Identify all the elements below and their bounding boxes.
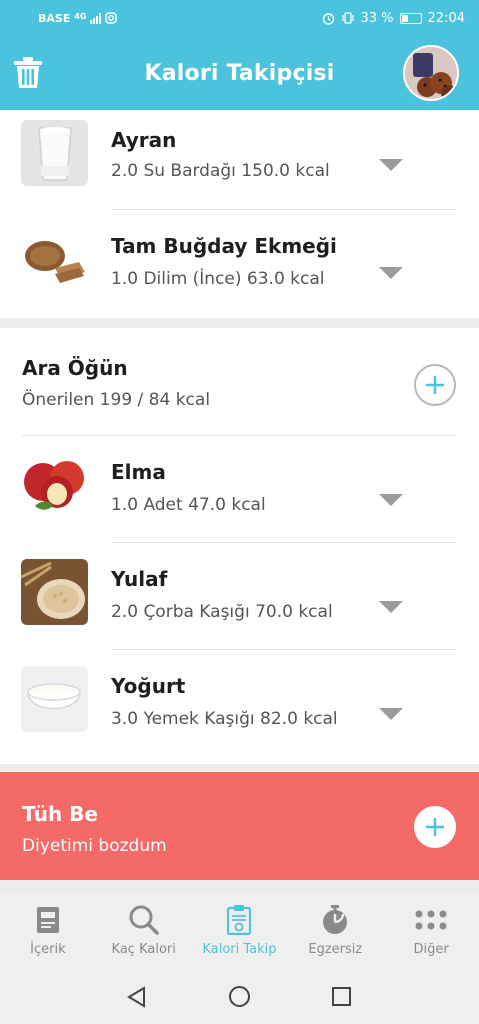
search-icon [128, 904, 160, 936]
back-icon[interactable] [126, 986, 148, 1008]
food-item-yulaf[interactable]: Yulaf 2.0 Çorba Kaşığı 70.0 kcal [0, 543, 479, 649]
chevron-down-icon[interactable] [378, 266, 404, 280]
food-name: Tam Buğday Ekmeği [111, 234, 337, 258]
stopwatch-icon [319, 904, 351, 936]
chevron-down-icon[interactable] [378, 600, 404, 614]
network-type: 4G [74, 11, 87, 21]
system-navigation-bar [0, 968, 479, 1024]
dots-grid-icon [415, 904, 447, 936]
bottom-navigation: İçerik Kaç Kalori Kalori Takip Egzersiz … [0, 894, 479, 968]
home-icon[interactable] [228, 985, 251, 1008]
recents-icon[interactable] [331, 986, 352, 1007]
battery-percent: 33 % [360, 10, 394, 26]
instagram-icon [105, 12, 118, 24]
food-name: Yoğurt [111, 674, 186, 698]
add-cheat-meal-button[interactable] [414, 806, 456, 848]
status-bar: BASE 4G 33 % 22:04 [0, 0, 479, 36]
plus-icon [426, 818, 444, 836]
food-detail: 1.0 Dilim (İnce) 63.0 kcal [111, 269, 325, 289]
food-name: Ayran [111, 128, 177, 152]
tab-label: Egzersiz [308, 942, 363, 957]
glass-of-ayran-icon [21, 120, 88, 186]
clipboard-icon [223, 904, 255, 936]
food-detail: 3.0 Yemek Kaşığı 82.0 kcal [111, 709, 338, 729]
tab-label: Kaç Kalori [111, 942, 176, 957]
tab-label: Diğer [413, 942, 449, 957]
tab-kac-kalori[interactable]: Kaç Kalori [96, 894, 192, 968]
clock: 22:04 [427, 10, 465, 26]
carrier-label: BASE [38, 11, 71, 25]
page-title: Kalori Takipçisi [144, 60, 335, 86]
section-subtitle: Önerilen 199 / 84 kcal [22, 390, 211, 410]
section-subtitle: Diyetimi bozdum [22, 836, 167, 856]
tab-icerik[interactable]: İçerik [0, 894, 96, 968]
food-item-tam-bugday-ekmegi[interactable]: Tam Buğday Ekmeği 1.0 Dilim (İnce) 63.0 … [0, 210, 479, 316]
avatar[interactable] [403, 45, 459, 101]
plus-icon [426, 376, 444, 394]
food-item-yogurt[interactable]: Yoğurt 3.0 Yemek Kaşığı 82.0 kcal [0, 650, 479, 764]
signal-icon [90, 12, 102, 24]
tab-label: Kalori Takip [202, 942, 277, 957]
food-item-ayran[interactable]: Ayran 2.0 Su Bardağı 150.0 kcal [0, 110, 479, 216]
add-snack-button[interactable] [414, 364, 456, 406]
book-icon [32, 904, 64, 936]
chevron-down-icon[interactable] [378, 493, 404, 507]
tab-kalori-takip[interactable]: Kalori Takip [192, 894, 288, 968]
apple-icon [21, 452, 88, 518]
meal-card-breakfast: Ayran 2.0 Su Bardağı 150.0 kcal Tam Buğd… [0, 110, 479, 318]
alarm-icon [322, 12, 334, 25]
app-bar: Kalori Takipçisi [0, 36, 479, 110]
battery-icon [399, 12, 422, 24]
section-title: Tüh Be [22, 802, 98, 826]
food-detail: 2.0 Çorba Kaşığı 70.0 kcal [111, 602, 333, 622]
food-name: Yulaf [111, 567, 168, 591]
meal-card-snack: Ara Öğün Önerilen 199 / 84 kcal Elma 1.0… [0, 328, 479, 764]
tab-label: İçerik [30, 942, 66, 957]
chevron-down-icon[interactable] [378, 707, 404, 721]
food-item-elma[interactable]: Elma 1.0 Adet 47.0 kcal [0, 436, 479, 542]
food-detail: 1.0 Adet 47.0 kcal [111, 495, 266, 515]
food-detail: 2.0 Su Bardağı 150.0 kcal [111, 161, 330, 181]
vibrate-icon [341, 12, 354, 24]
food-name: Elma [111, 460, 166, 484]
tuhbe-card: Tüh Be Diyetimi bozdum [0, 772, 479, 880]
tab-diger[interactable]: Diğer [383, 894, 479, 968]
section-title: Ara Öğün [22, 356, 128, 380]
trash-icon[interactable] [12, 56, 44, 90]
whole-wheat-bread-icon [21, 226, 88, 292]
chevron-down-icon[interactable] [378, 158, 404, 172]
yogurt-bowl-icon [21, 666, 88, 732]
tab-egzersiz[interactable]: Egzersiz [287, 894, 383, 968]
oats-icon [21, 559, 88, 625]
